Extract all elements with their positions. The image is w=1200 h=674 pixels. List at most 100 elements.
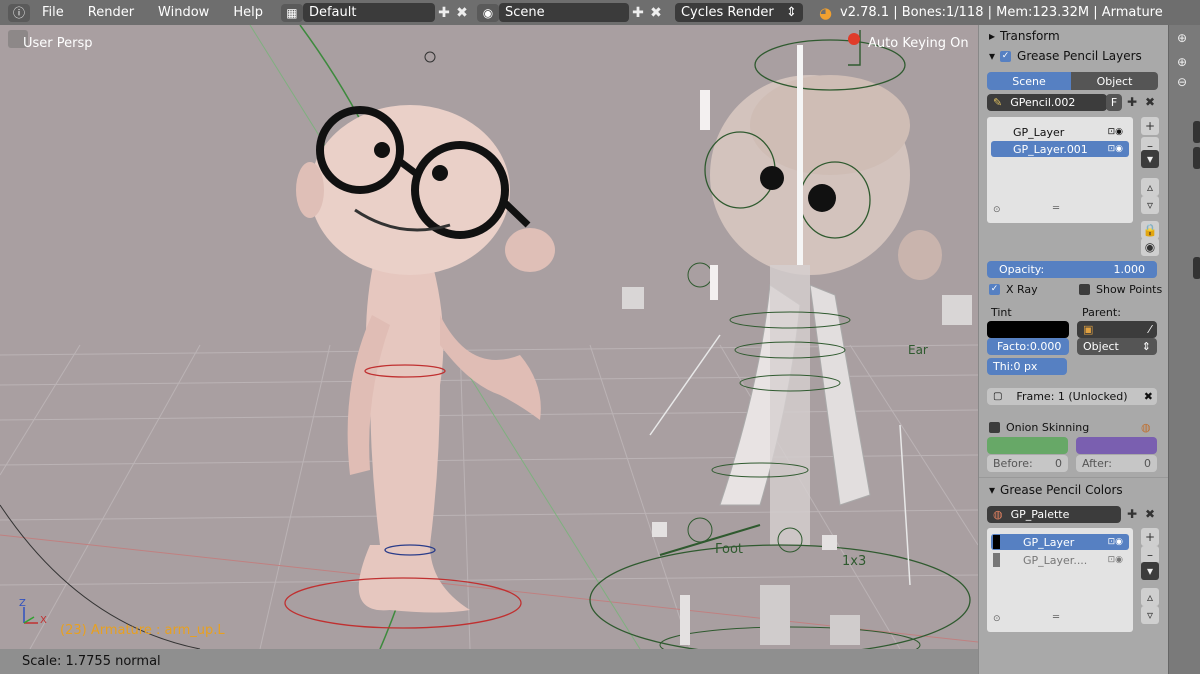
tint-color-swatch[interactable] xyxy=(987,321,1069,338)
after-label: After: xyxy=(1082,457,1112,470)
after-value: 0 xyxy=(1144,457,1151,470)
character-left[interactable] xyxy=(284,51,555,629)
tab-object[interactable]: Object xyxy=(1071,72,1158,90)
strip-minus-icon[interactable]: ⊖ xyxy=(1177,75,1187,89)
color-visibility-icon-active[interactable]: ⊡◉ xyxy=(1108,537,1129,547)
list-filter-icon[interactable]: ⊙ xyxy=(993,205,1001,215)
lock-icon[interactable]: 🔒 xyxy=(1141,221,1159,239)
character-right-rig[interactable] xyxy=(589,30,972,649)
layer-specials-icon[interactable]: ▾ xyxy=(1141,150,1159,168)
screen-layout-icon[interactable]: ▦ xyxy=(280,3,303,22)
color-visibility-icon[interactable]: ⊡◉ xyxy=(1108,555,1129,565)
frame-delete-icon[interactable]: ✖ xyxy=(1144,390,1153,403)
color-name-active: GP_Layer xyxy=(1023,535,1075,549)
unlink-gpencil-icon[interactable]: ✖ xyxy=(1141,93,1159,111)
parent-object-field[interactable]: ▣ ⁄ xyxy=(1077,321,1157,338)
color-list-resize-handle[interactable]: ═ xyxy=(1053,612,1059,623)
blender-logo-icon: ◕ xyxy=(818,3,833,22)
menu-file[interactable]: File xyxy=(30,5,76,20)
eyedropper-icon[interactable]: ⁄ xyxy=(1149,323,1151,336)
gp-layers-section-header[interactable]: ▾ ✓ Grease Pencil Layers xyxy=(979,47,1168,65)
color-specials-icon[interactable]: ▾ xyxy=(1141,562,1159,580)
3d-viewport[interactable]: User Persp Auto Keying On (23) Armature … xyxy=(0,25,978,649)
show-points-label: Show Points xyxy=(1096,283,1163,296)
xray-checkbox[interactable]: ✓ X Ray xyxy=(989,283,1038,296)
add-layer-icon[interactable]: + xyxy=(1141,117,1159,135)
gp-layer-list[interactable]: GP_Layer ⊡◉ GP_Layer.001 ⊡◉ ⊙ ═ xyxy=(987,117,1133,223)
gpencil-datablock-field[interactable]: ✎ GPencil.002 xyxy=(987,94,1107,111)
scene-name: Scene xyxy=(504,5,545,20)
list-resize-handle[interactable]: ═ xyxy=(1053,203,1059,214)
strip-button-2[interactable] xyxy=(1193,147,1200,169)
eye-icon[interactable]: ◉ xyxy=(1141,238,1159,256)
info-icon[interactable]: ⓘ xyxy=(8,3,30,22)
layer-row-gp-layer[interactable]: GP_Layer ⊡◉ xyxy=(991,124,1129,140)
properties-panel: ▸ Transform ▾ ✓ Grease Pencil Layers Sce… xyxy=(978,25,1168,674)
layer-name-active: GP_Layer.001 xyxy=(1013,142,1088,156)
screen-layout-field[interactable]: Default xyxy=(302,3,435,22)
layer-row-gp-layer-001[interactable]: GP_Layer.001 ⊡◉ xyxy=(991,141,1129,157)
onion-check-icon xyxy=(989,422,1000,433)
ear-annotation: Ear xyxy=(908,343,928,357)
move-layer-down-icon[interactable]: ▿ xyxy=(1141,196,1159,214)
thickness-value: 0 px xyxy=(1013,360,1038,373)
move-layer-up-icon[interactable]: ▵ xyxy=(1141,178,1159,196)
frame-lock-field[interactable]: ▢ Frame: 1 (Unlocked) ✖ xyxy=(987,388,1157,405)
gp-colors-section-header[interactable]: ▾ Grease Pencil Colors xyxy=(979,481,1168,499)
tint-factor-slider[interactable]: Facto:0.000 xyxy=(987,338,1069,355)
object-cube-icon: ▣ xyxy=(1083,323,1094,336)
axis-z-label: Z xyxy=(19,598,26,609)
add-gpencil-icon[interactable]: ✚ xyxy=(1123,93,1141,111)
color-list-filter-icon[interactable]: ⊙ xyxy=(993,614,1001,624)
gp-color-list[interactable]: GP_Layer ⊡◉ GP_Layer.... ⊡◉ ⊙ ═ xyxy=(987,528,1133,632)
layer-visibility-icon-active[interactable]: ⊡◉ xyxy=(1108,144,1129,154)
onion-before-color[interactable] xyxy=(987,437,1068,454)
menu-render[interactable]: Render xyxy=(76,5,146,20)
strip-button-3[interactable] xyxy=(1193,257,1200,279)
onion-before-field[interactable]: Before: 0 xyxy=(987,455,1068,472)
add-scene-icon[interactable]: ✚ xyxy=(629,4,647,22)
color-row-gp-layer-2[interactable]: GP_Layer.... ⊡◉ xyxy=(991,552,1129,568)
strip-plus-icon[interactable]: ⊕ xyxy=(1177,55,1187,69)
render-engine-select[interactable]: Cycles Render ⇕ xyxy=(674,3,803,22)
top-header: ⓘ File Render Window Help ▦ Default ✚ ✖ … xyxy=(0,0,1200,25)
move-color-down-icon[interactable]: ▿ xyxy=(1141,606,1159,624)
strip-add-icon[interactable]: ⊕ xyxy=(1177,31,1187,45)
thickness-slider[interactable]: Thi: 0 px xyxy=(987,358,1067,375)
fake-user-button[interactable]: F xyxy=(1106,94,1122,111)
delete-scene-icon[interactable]: ✖ xyxy=(647,4,665,22)
scene-icon[interactable]: ◉ xyxy=(476,3,499,22)
onion-after-field[interactable]: After: 0 xyxy=(1076,455,1157,472)
add-color-icon[interactable]: + xyxy=(1141,528,1159,546)
gp-layers-toggle[interactable]: ✓ xyxy=(1000,50,1012,62)
layer-name: GP_Layer xyxy=(1013,125,1065,139)
opacity-slider[interactable]: Opacity: 1.000 xyxy=(987,261,1157,278)
color-wheel-icon[interactable]: ◍ xyxy=(1141,421,1151,434)
tab-scene-label: Scene xyxy=(1012,74,1046,88)
transform-header: Transform xyxy=(1000,29,1060,43)
transform-section-header[interactable]: ▸ Transform xyxy=(979,27,1168,45)
close-icon[interactable]: ✖ xyxy=(453,4,471,22)
palette-field[interactable]: ◍ GP_Palette xyxy=(987,506,1121,523)
strip-button-1[interactable] xyxy=(1193,121,1200,143)
onion-skinning-checkbox[interactable]: Onion Skinning xyxy=(989,421,1089,434)
palette-name: GP_Palette xyxy=(1010,508,1070,521)
updown-icon: ⇕ xyxy=(786,5,797,20)
layer-visibility-icon[interactable]: ⊡◉ xyxy=(1108,127,1129,137)
menu-window[interactable]: Window xyxy=(146,5,221,20)
scene-field[interactable]: Scene xyxy=(498,3,629,22)
parent-type-select[interactable]: Object ⇕ xyxy=(1077,338,1157,355)
right-tool-strip: ⊕ ⊕ ⊖ xyxy=(1168,25,1200,674)
unlink-palette-icon[interactable]: ✖ xyxy=(1141,505,1159,523)
menu-help[interactable]: Help xyxy=(221,5,275,20)
pencil-icon: ✎ xyxy=(993,96,1003,109)
color-row-gp-layer[interactable]: GP_Layer ⊡◉ xyxy=(991,534,1129,550)
thickness-label: Thi: xyxy=(993,360,1014,373)
add-palette-icon[interactable]: ✚ xyxy=(1123,505,1141,523)
render-engine-label: Cycles Render xyxy=(680,5,774,20)
onion-after-color[interactable] xyxy=(1076,437,1157,454)
show-points-checkbox[interactable]: Show Points xyxy=(1079,283,1162,296)
add-icon[interactable]: ✚ xyxy=(435,4,453,22)
tab-scene[interactable]: Scene xyxy=(987,72,1071,90)
move-color-up-icon[interactable]: ▵ xyxy=(1141,588,1159,606)
